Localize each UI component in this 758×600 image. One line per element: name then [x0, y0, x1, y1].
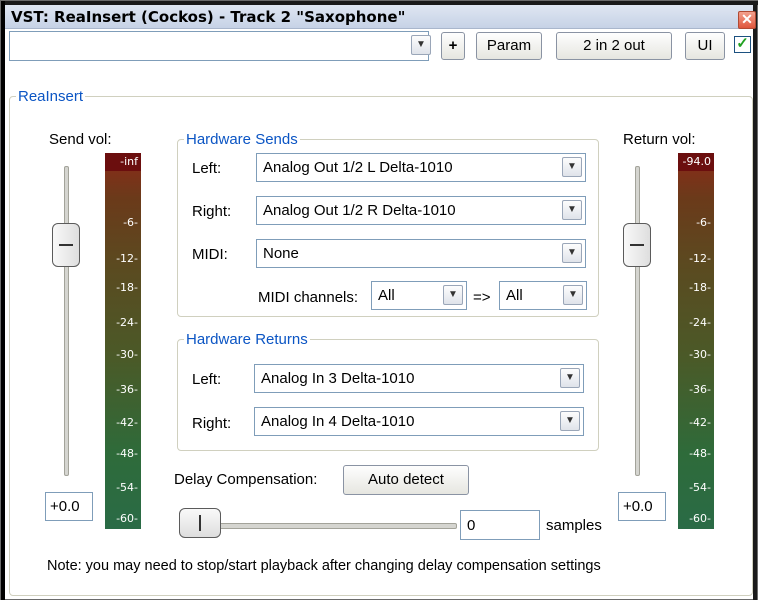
param-button[interactable]: Param	[476, 32, 542, 60]
send-meter-tick: -48-	[116, 447, 138, 460]
midi-channels-label: MIDI channels:	[258, 289, 359, 306]
send-vol-slider-track[interactable]	[64, 166, 69, 476]
preset-dropdown-button[interactable]: ▼	[411, 35, 431, 55]
return-vol-slider-thumb[interactable]	[623, 223, 651, 267]
send-left-value: Analog Out 1/2 L Delta-1010	[263, 159, 453, 176]
chevron-down-glyph: ▼	[565, 372, 575, 383]
return-meter-tick: -18-	[689, 281, 711, 294]
send-midi-label: MIDI:	[192, 246, 228, 263]
chevron-down-glyph: ▼	[567, 161, 577, 172]
chevron-down-glyph: ▼	[448, 289, 458, 300]
reainsert-group-label: ReaInsert	[18, 88, 84, 105]
return-meter: -94.0 -6- -12- -18- -24- -30- -36- -42- …	[678, 153, 714, 529]
send-meter-tick: -42-	[116, 416, 138, 429]
midi-channel-from-value: All	[378, 287, 395, 304]
return-meter-tick: -54-	[689, 481, 711, 494]
send-meter-tick: -30-	[116, 348, 138, 361]
send-meter-tick: -54-	[116, 481, 138, 494]
chevron-down-icon: ▼	[416, 39, 426, 50]
chevron-down-icon[interactable]: ▼	[563, 285, 583, 305]
send-right-select[interactable]: Analog Out 1/2 R Delta-1010 ▼	[256, 196, 586, 225]
send-meter-tick: -60-	[116, 512, 138, 525]
add-preset-button[interactable]: +	[441, 32, 465, 60]
return-meter-tick: -6-	[696, 216, 711, 229]
return-vol-slider-track[interactable]	[635, 166, 640, 476]
auto-detect-button[interactable]: Auto detect	[343, 465, 469, 495]
check-icon: ✓	[736, 35, 749, 52]
send-vol-input[interactable]: +0.0	[45, 492, 93, 521]
plugin-enabled-checkbox[interactable]: ✓	[734, 36, 751, 53]
ui-button[interactable]: UI	[685, 32, 725, 60]
chevron-down-icon[interactable]: ▼	[562, 243, 582, 263]
return-meter-tick: -24-	[689, 316, 711, 329]
return-meter-tick: -42-	[689, 416, 711, 429]
midi-channel-to-select[interactable]: All ▼	[499, 281, 587, 310]
plugin-window: VST: ReaInsert (Cockos) - Track 2 "Saxop…	[0, 0, 758, 600]
send-meter-tick: -24-	[116, 316, 138, 329]
return-meter-tick: -12-	[689, 252, 711, 265]
send-meter-tick: -36-	[116, 383, 138, 396]
send-meter: -inf -6- -12- -18- -24- -30- -36- -42- -…	[105, 153, 141, 529]
chevron-down-icon[interactable]: ▼	[562, 200, 582, 220]
window-body: ▼ + Param 2 in 2 out UI ✓ ReaInsert Send…	[1, 1, 758, 600]
return-meter-tick: -30-	[689, 348, 711, 361]
midi-channel-from-select[interactable]: All ▼	[371, 281, 467, 310]
return-left-value: Analog In 3 Delta-1010	[261, 370, 415, 387]
delay-note-text: Note: you may need to stop/start playbac…	[47, 558, 601, 574]
return-vol-label: Return vol:	[623, 131, 696, 148]
send-left-select[interactable]: Analog Out 1/2 L Delta-1010 ▼	[256, 153, 586, 182]
return-meter-peak: -94.0	[678, 153, 714, 171]
send-vol-slider-thumb[interactable]	[52, 223, 80, 267]
send-meter-tick: -18-	[116, 281, 138, 294]
return-left-select[interactable]: Analog In 3 Delta-1010 ▼	[254, 364, 584, 393]
io-config-button[interactable]: 2 in 2 out	[556, 32, 672, 60]
chevron-down-icon[interactable]: ▼	[443, 285, 463, 305]
midi-channel-to-value: All	[506, 287, 523, 304]
chevron-down-glyph: ▼	[565, 415, 575, 426]
preset-combo[interactable]	[9, 31, 429, 61]
send-meter-peak: -inf	[105, 153, 141, 171]
return-meter-tick: -60-	[689, 512, 711, 525]
send-midi-select[interactable]: None ▼	[256, 239, 586, 268]
send-meter-tick: -12-	[116, 252, 138, 265]
hardware-returns-label: Hardware Returns	[186, 331, 308, 348]
return-meter-tick: -48-	[689, 447, 711, 460]
chevron-down-glyph: ▼	[567, 204, 577, 215]
chevron-down-icon[interactable]: ▼	[560, 411, 580, 431]
delay-compensation-label: Delay Compensation:	[174, 471, 318, 488]
chevron-down-icon[interactable]: ▼	[560, 368, 580, 388]
send-right-label: Right:	[192, 203, 232, 220]
delay-samples-input[interactable]: 0	[460, 510, 540, 540]
return-right-value: Analog In 4 Delta-1010	[261, 413, 415, 430]
delay-slider-track[interactable]	[195, 523, 457, 529]
plus-icon: +	[448, 37, 458, 54]
return-vol-input[interactable]: +0.0	[618, 492, 666, 521]
chevron-down-glyph: ▼	[567, 247, 577, 258]
send-midi-value: None	[263, 245, 299, 262]
delay-slider-thumb[interactable]	[179, 508, 221, 538]
samples-label: samples	[546, 517, 602, 534]
midi-channel-arrow: =>	[473, 289, 491, 306]
send-left-label: Left:	[192, 160, 222, 177]
chevron-down-icon[interactable]: ▼	[562, 157, 582, 177]
chevron-down-glyph: ▼	[568, 289, 578, 300]
hardware-sends-label: Hardware Sends	[186, 131, 298, 148]
return-left-label: Left:	[192, 371, 222, 388]
send-vol-label: Send vol:	[49, 131, 112, 148]
return-meter-tick: -36-	[689, 383, 711, 396]
return-right-select[interactable]: Analog In 4 Delta-1010 ▼	[254, 407, 584, 436]
send-right-value: Analog Out 1/2 R Delta-1010	[263, 202, 456, 219]
return-right-label: Right:	[192, 415, 232, 432]
send-meter-tick: -6-	[123, 216, 138, 229]
